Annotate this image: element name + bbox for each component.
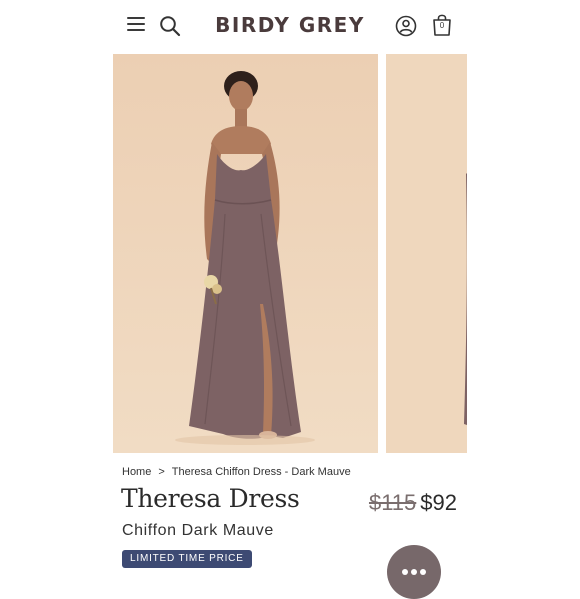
product-photo (386, 54, 467, 453)
breadcrumb-home-link[interactable]: Home (122, 466, 151, 478)
original-price: $115 (368, 490, 417, 515)
breadcrumb-separator: > (158, 466, 165, 478)
product-title: Theresa Dress (121, 484, 300, 513)
sale-price: $92 (420, 490, 457, 515)
user-icon (395, 15, 417, 37)
chat-dot (411, 569, 417, 575)
brand-logo[interactable]: BIRDY GREY (0, 13, 580, 37)
bag-count: 0 (439, 21, 445, 30)
limited-time-badge: LIMITED TIME PRICE (122, 550, 252, 568)
breadcrumb: Home > Theresa Chiffon Dress - Dark Mauve (122, 466, 351, 478)
product-subtitle: Chiffon Dark Mauve (122, 522, 274, 539)
product-image-gallery[interactable] (113, 54, 467, 453)
chat-dot (420, 569, 426, 575)
chat-dots-icon (402, 569, 426, 575)
gallery-slide-next[interactable] (386, 54, 467, 453)
product-price: $115 $92 (369, 490, 457, 516)
gallery-slide-main[interactable] (113, 54, 378, 453)
product-photo (113, 54, 378, 453)
chat-button[interactable] (387, 545, 441, 599)
shopping-bag-button[interactable]: 0 (431, 12, 453, 37)
breadcrumb-current: Theresa Chiffon Dress - Dark Mauve (171, 466, 351, 478)
site-header: BIRDY GREY 0 (0, 0, 580, 52)
chat-dot (402, 569, 408, 575)
account-button[interactable] (395, 15, 417, 37)
